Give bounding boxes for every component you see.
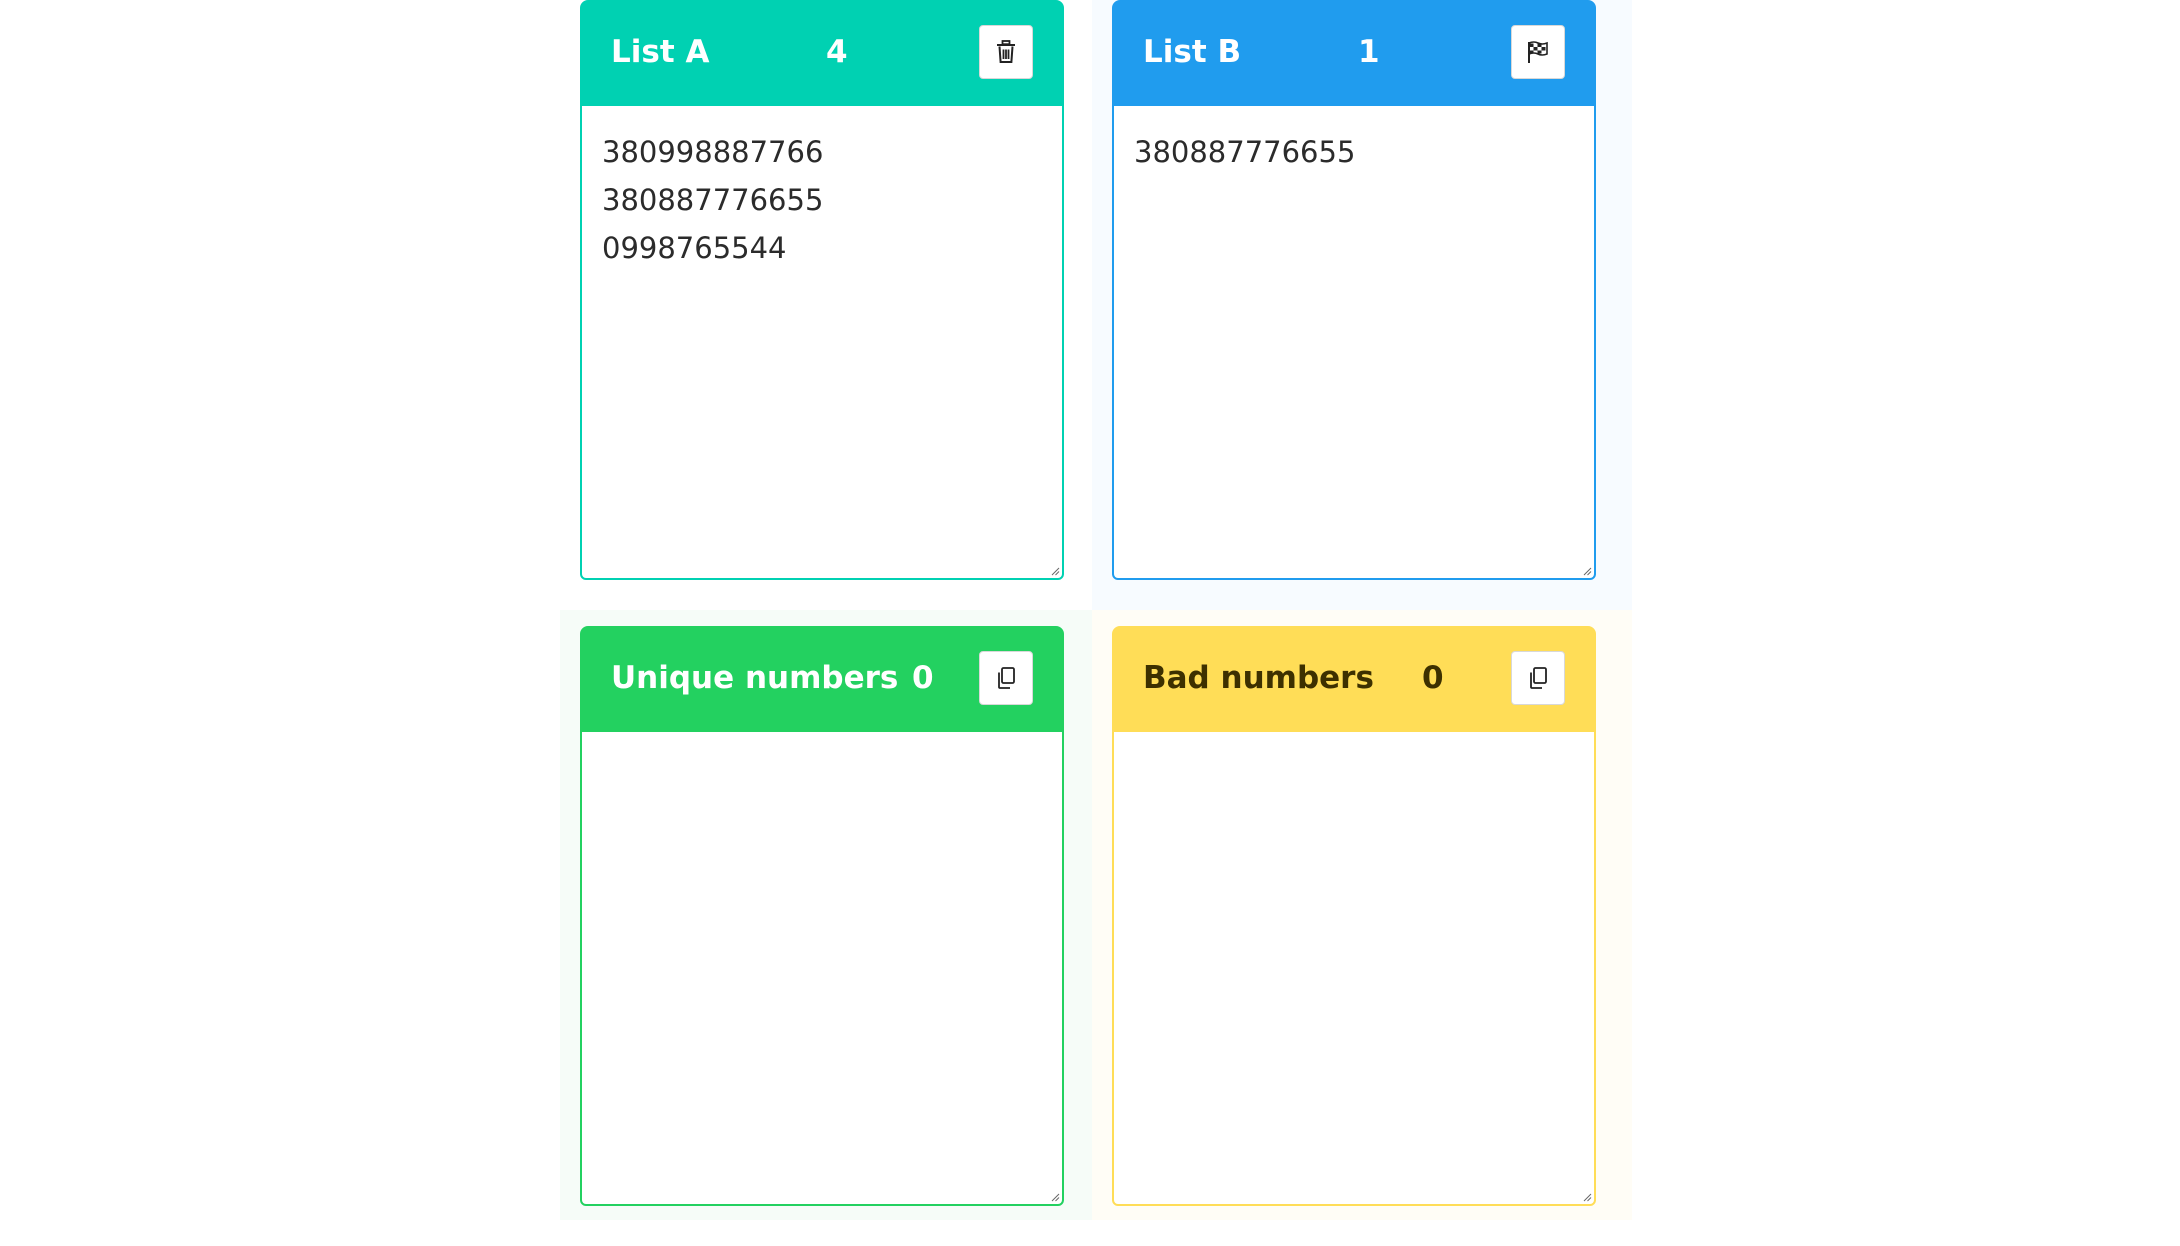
copy-bad-button[interactable]: [1511, 651, 1565, 705]
resize-grip-icon[interactable]: [1050, 566, 1060, 576]
unique-numbers-body: [580, 730, 1064, 1206]
list-a-count: 4: [826, 34, 848, 70]
bad-numbers-title: Bad numbers: [1143, 660, 1374, 696]
list-a-body: 380998887766 380887776655 0998765544: [580, 104, 1064, 580]
bad-numbers-body: [1112, 730, 1596, 1206]
bad-numbers-count: 0: [1422, 660, 1444, 696]
list-b-card: List B 1 380887776655: [1112, 0, 1596, 580]
resize-grip-icon[interactable]: [1582, 1192, 1592, 1202]
unique-numbers-card: Unique numbers 0: [580, 626, 1064, 1206]
list-b-header: List B 1: [1112, 0, 1596, 104]
unique-numbers-textarea[interactable]: [582, 732, 1062, 1204]
compare-lists-button[interactable]: [1511, 25, 1565, 79]
list-a-card: List A 4 380998887766 380887776655 09987…: [580, 0, 1064, 580]
resize-grip-icon[interactable]: [1050, 1192, 1060, 1202]
trash-icon: [995, 40, 1017, 64]
copy-icon: [1527, 666, 1549, 690]
resize-grip-icon[interactable]: [1582, 566, 1592, 576]
list-a-header: List A 4: [580, 0, 1064, 104]
list-b-count: 1: [1358, 34, 1380, 70]
list-b-body: 380887776655: [1112, 104, 1596, 580]
list-b-textarea[interactable]: 380887776655: [1114, 106, 1594, 578]
unique-numbers-count: 0: [912, 660, 934, 696]
bad-numbers-card: Bad numbers 0: [1112, 626, 1596, 1206]
list-a-textarea[interactable]: 380998887766 380887776655 0998765544: [582, 106, 1062, 578]
unique-numbers-title: Unique numbers: [611, 660, 899, 696]
copy-unique-button[interactable]: [979, 651, 1033, 705]
bad-numbers-textarea[interactable]: [1114, 732, 1594, 1204]
unique-numbers-header: Unique numbers 0: [580, 626, 1064, 730]
checkered-flag-icon: [1526, 40, 1550, 64]
list-a-title: List A: [611, 34, 710, 70]
clear-list-a-button[interactable]: [979, 25, 1033, 79]
copy-icon: [995, 666, 1017, 690]
list-b-title: List B: [1143, 34, 1242, 70]
bad-numbers-header: Bad numbers 0: [1112, 626, 1596, 730]
